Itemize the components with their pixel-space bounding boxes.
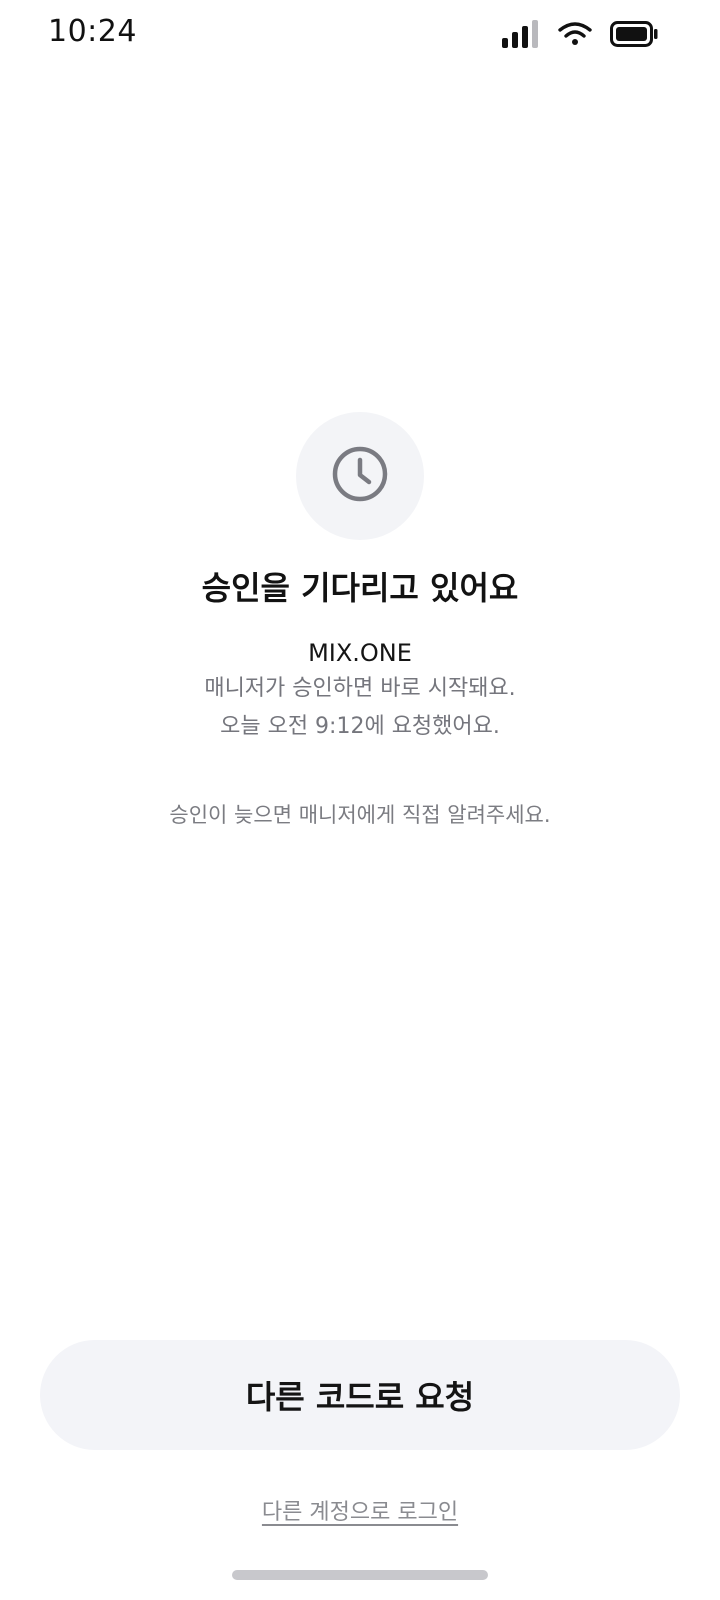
signal-icon bbox=[502, 20, 540, 48]
help-note: 승인이 늦으면 매니저에게 직접 알려주세요. bbox=[169, 803, 551, 827]
login-other-account-link[interactable]: 다른 계정으로 로그인 bbox=[0, 1494, 720, 1526]
home-indicator bbox=[232, 1570, 488, 1580]
clock-badge bbox=[296, 412, 424, 540]
status-bar: 10:24 bbox=[0, 0, 720, 68]
pending-approval-content: 승인을 기다리고 있어요 MIX.ONE 매니저가 승인하면 바로 시작돼요. … bbox=[0, 412, 720, 830]
status-icons bbox=[502, 20, 658, 48]
description-line-1: 매니저가 승인하면 바로 시작돼요. bbox=[204, 676, 516, 701]
wifi-icon bbox=[558, 21, 592, 47]
description-line-2: 오늘 오전 9:12에 요청했어요. bbox=[220, 714, 500, 739]
page-title: 승인을 기다리고 있어요 bbox=[201, 569, 519, 607]
clock-icon bbox=[331, 445, 389, 507]
request-other-code-button[interactable]: 다른 코드로 요청 bbox=[40, 1340, 680, 1450]
company-name: MIX.ONE bbox=[308, 639, 412, 667]
battery-icon bbox=[610, 21, 658, 47]
status-time: 10:24 bbox=[48, 14, 137, 49]
